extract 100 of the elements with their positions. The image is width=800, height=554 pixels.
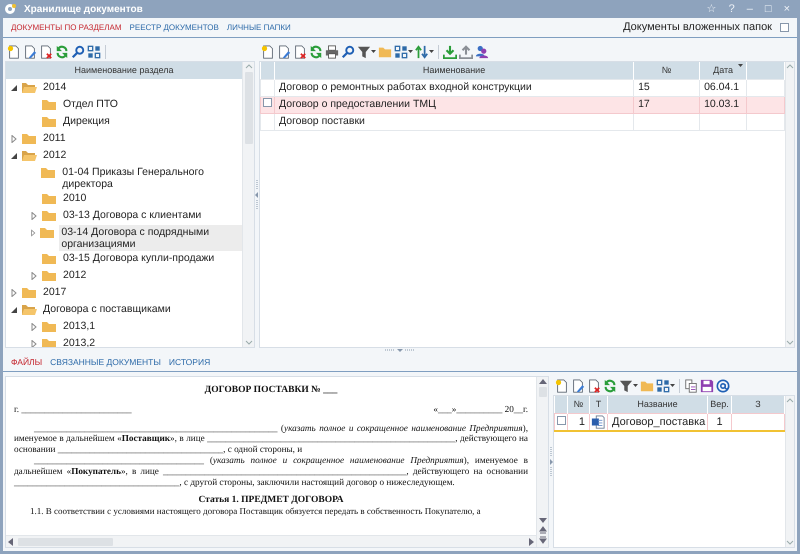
tree-item[interactable]: 2012 bbox=[61, 268, 242, 282]
new-document-button[interactable] bbox=[555, 378, 569, 393]
horizontal-scrollbar[interactable] bbox=[6, 535, 536, 547]
caret-icon[interactable] bbox=[10, 84, 18, 92]
caret-icon[interactable] bbox=[10, 152, 18, 160]
sort-button[interactable] bbox=[415, 44, 434, 59]
new-document-icon bbox=[261, 44, 275, 58]
tree-item[interactable]: 2011 bbox=[41, 131, 242, 145]
table-cell: 17 bbox=[634, 96, 700, 113]
download-button[interactable] bbox=[443, 44, 457, 59]
splitter-grip-icon[interactable] bbox=[549, 447, 553, 477]
layout-grid-button[interactable] bbox=[394, 44, 413, 59]
filter-button[interactable] bbox=[357, 44, 376, 59]
vertical-scrollbar[interactable] bbox=[536, 377, 548, 547]
column-header[interactable]: Вер. bbox=[708, 396, 732, 413]
column-header[interactable]: Дата bbox=[700, 62, 747, 79]
column-header[interactable]: З bbox=[732, 396, 784, 413]
checkbox[interactable] bbox=[780, 23, 789, 32]
printer-icon bbox=[325, 44, 339, 58]
page-up-icon[interactable] bbox=[538, 525, 546, 535]
refresh-button[interactable] bbox=[603, 378, 617, 393]
column-header[interactable]: Наименование раздела bbox=[6, 62, 242, 79]
layout-grid-button[interactable] bbox=[656, 378, 675, 393]
tree-item[interactable]: Отдел ПТО bbox=[61, 97, 242, 111]
upload-icon bbox=[459, 44, 473, 58]
table-row[interactable]: Договор поставки bbox=[260, 113, 785, 130]
vertical-scrollbar[interactable] bbox=[785, 62, 794, 347]
checkbox[interactable] bbox=[557, 416, 566, 424]
refresh-icon bbox=[309, 44, 323, 58]
table-row[interactable]: Договор о предоставлении ТМЦ 17 10.03.1 bbox=[260, 96, 785, 113]
user-group-button[interactable] bbox=[475, 44, 489, 59]
folder-icon bbox=[21, 285, 37, 299]
tree-item[interactable]: Договора с поставщиками bbox=[41, 302, 242, 316]
tree-item[interactable]: 2013,1 bbox=[61, 319, 242, 333]
tree-item[interactable]: 2012 bbox=[41, 148, 242, 162]
tree-item[interactable]: 2014 bbox=[41, 80, 242, 94]
tab[interactable]: ИСТОРИЯ bbox=[164, 352, 214, 370]
document-paragraph: _____________________________________ (указать полное и сокращенное наименование Предприятия), именуемое в дальнейшем «Покупатель», в лице _____________________________________________________, действующего на основании ____________________________________, с другой стороны, заключили настоящий договор о нижеследующем. bbox=[14, 454, 528, 488]
tab[interactable]: ЛИЧНЫЕ ПАПКИ bbox=[222, 18, 295, 36]
scroll-right-icon[interactable] bbox=[526, 538, 536, 546]
tree-item[interactable]: 03-13 Договора с клиентами bbox=[61, 208, 242, 222]
tree-item[interactable]: Дирекция bbox=[61, 114, 242, 128]
table-row[interactable]: Договор о ремонтных работах входной конструкции 15 06.04.1 bbox=[260, 79, 785, 96]
scroll-up-icon[interactable] bbox=[538, 377, 546, 387]
edit-document-button[interactable] bbox=[277, 44, 291, 59]
splitter-grip-icon[interactable] bbox=[255, 180, 259, 210]
copy-document-button[interactable] bbox=[684, 378, 698, 393]
folder-icon bbox=[41, 191, 57, 205]
scrollbar-thumb[interactable] bbox=[538, 387, 546, 397]
download-icon bbox=[443, 44, 457, 58]
scroll-down-icon[interactable] bbox=[538, 515, 546, 525]
vertical-scrollbar[interactable] bbox=[242, 62, 254, 347]
column-header[interactable]: Т bbox=[590, 396, 608, 413]
folder-icon bbox=[40, 165, 56, 179]
refresh-button[interactable] bbox=[309, 44, 323, 59]
upload-button[interactable] bbox=[459, 44, 473, 59]
delete-document-button[interactable] bbox=[39, 44, 53, 59]
edit-document-button[interactable] bbox=[23, 44, 37, 59]
printer-button[interactable] bbox=[325, 44, 339, 59]
caret-icon[interactable] bbox=[10, 306, 18, 314]
tab[interactable]: ДОКУМЕНТЫ ПО РАЗДЕЛАМ bbox=[7, 18, 126, 36]
splitter-grip-icon[interactable] bbox=[385, 348, 415, 352]
folder-icon bbox=[21, 302, 37, 316]
column-header[interactable]: Наименование bbox=[274, 62, 634, 79]
new-document-button[interactable] bbox=[261, 44, 275, 59]
column-header[interactable]: Название bbox=[608, 396, 708, 413]
search-icon bbox=[341, 44, 355, 58]
edit-document-button[interactable] bbox=[571, 378, 585, 393]
tab[interactable]: РЕЕСТР ДОКУМЕНТОВ bbox=[126, 18, 223, 36]
checkbox[interactable] bbox=[263, 98, 272, 107]
layout-grid-button[interactable] bbox=[87, 44, 101, 59]
user-group-icon bbox=[475, 44, 489, 58]
search-button[interactable] bbox=[71, 44, 85, 59]
window-title: Хранилище документов bbox=[24, 2, 143, 16]
caret-icon bbox=[408, 50, 413, 54]
column-header[interactable]: № bbox=[568, 396, 590, 413]
document-title: ДОГОВОР ПОСТАВКИ № ___ bbox=[204, 385, 338, 396]
tree-item[interactable]: 03-15 Договора купли-продажи bbox=[61, 251, 242, 265]
filter-button[interactable] bbox=[619, 378, 638, 393]
save-button[interactable] bbox=[700, 378, 714, 393]
vertical-scrollbar[interactable] bbox=[785, 396, 794, 547]
delete-document-button[interactable] bbox=[293, 44, 307, 59]
column-header[interactable]: № bbox=[634, 62, 700, 79]
scrollbar-thumb[interactable] bbox=[18, 538, 113, 546]
at-sign-button[interactable] bbox=[716, 378, 730, 393]
search-button[interactable] bbox=[341, 44, 355, 59]
refresh-button[interactable] bbox=[55, 44, 69, 59]
delete-document-button[interactable] bbox=[587, 378, 601, 393]
scroll-left-icon[interactable] bbox=[6, 538, 16, 546]
caret-icon bbox=[429, 50, 434, 54]
tree-item[interactable]: 2013,2 bbox=[61, 336, 242, 347]
tab[interactable]: СВЯЗАННЫЕ ДОКУМЕНТЫ bbox=[46, 352, 165, 370]
tree-item[interactable]: 2017 bbox=[41, 285, 242, 299]
tree-item[interactable]: 2010 bbox=[61, 191, 242, 205]
tree-item[interactable]: 01-04 Приказы Генерального директора bbox=[60, 165, 242, 191]
tree-item[interactable]: 03-14 Договора с подрядными организациями bbox=[59, 225, 242, 251]
tab[interactable]: ФАЙЛЫ bbox=[7, 352, 46, 370]
new-document-button[interactable] bbox=[7, 44, 21, 59]
table-row[interactable]: 1 Договор_поставка 1 bbox=[554, 413, 784, 431]
scrollbar-thumb[interactable] bbox=[244, 72, 252, 144]
